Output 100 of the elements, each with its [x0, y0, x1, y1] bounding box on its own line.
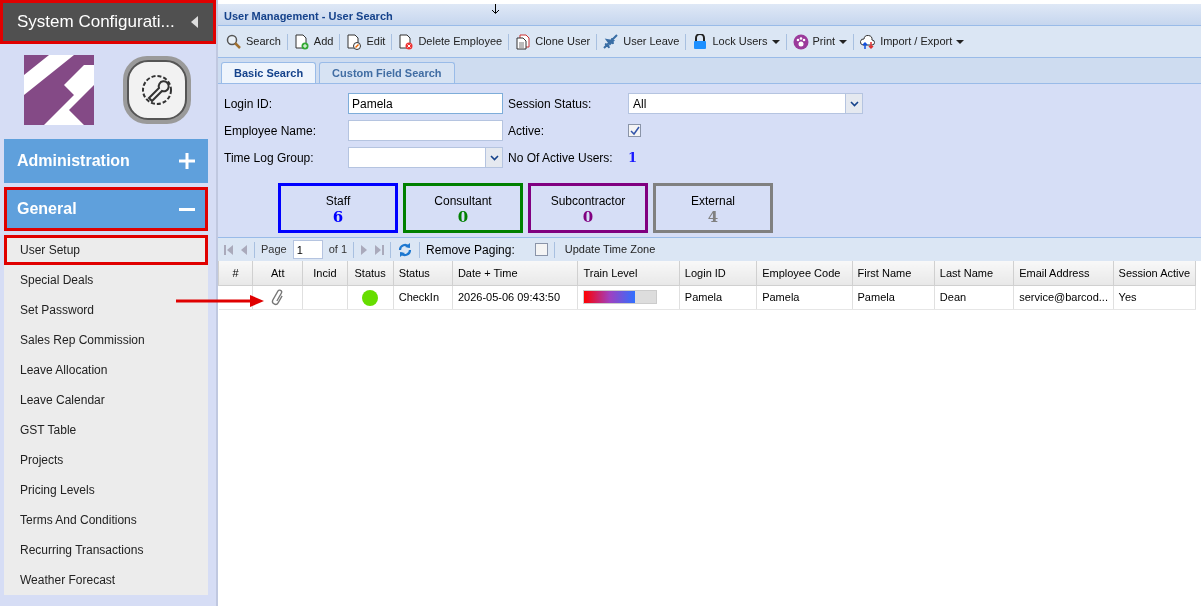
sidebar-item[interactable]: Projects — [4, 445, 208, 475]
column-header[interactable]: Email Address — [1013, 261, 1114, 285]
toolbar-button[interactable]: Import / Export — [854, 26, 971, 57]
user-count: 1 — [628, 148, 638, 167]
sidebar-title: System Configurati... — [17, 11, 175, 34]
toolbar-button[interactable]: Search — [220, 26, 287, 57]
table-cell: 2026-05-06 09:43:50 — [452, 285, 578, 309]
airplane-icon — [603, 33, 620, 50]
category-count: 6 — [332, 209, 344, 225]
column-header[interactable]: First Name — [852, 261, 935, 285]
category-card[interactable]: External 4 — [653, 183, 773, 233]
sidebar-item[interactable]: GST Table — [4, 415, 208, 445]
field-label: Active: — [507, 122, 545, 140]
field-label: Employee Name: — [224, 122, 318, 140]
sidebar-item[interactable]: Set Password — [4, 295, 208, 325]
toolbar-button[interactable]: Print — [786, 26, 854, 57]
input-field[interactable]: Pamela — [348, 93, 503, 114]
tab[interactable]: Basic Search — [221, 62, 317, 83]
column-header[interactable]: Train Level — [577, 261, 680, 285]
column-header[interactable]: # — [218, 261, 253, 285]
section-title: General — [17, 199, 77, 219]
toolbar-button[interactable]: Edit — [340, 26, 392, 57]
page-count: of 1 — [328, 242, 348, 258]
column-header[interactable]: Session Active — [1113, 261, 1196, 285]
table-cell: service@barcod... — [1013, 285, 1114, 309]
column-header[interactable]: Date + Time — [452, 261, 578, 285]
document-edit-icon — [346, 33, 363, 50]
document-add-icon — [293, 33, 310, 50]
panel-title: User Management - User Search — [224, 10, 393, 22]
input-field[interactable] — [348, 120, 503, 141]
toolbar-button[interactable]: Delete Employee — [392, 26, 509, 57]
paw-icon — [792, 33, 809, 50]
column-header[interactable]: Login ID — [679, 261, 757, 285]
field-label: Time Log Group: — [224, 149, 315, 167]
sidebar-item[interactable]: User Setup — [4, 235, 208, 265]
first-page-icon — [224, 243, 234, 256]
logo-icon — [23, 55, 94, 125]
settings-icon — [120, 54, 193, 126]
chevron-down-icon — [849, 100, 859, 107]
next-page-icon — [360, 243, 369, 256]
sidebar-item[interactable]: Sales Rep Commission — [4, 325, 208, 355]
field-label: No Of Active Users: — [507, 149, 614, 167]
expand-icon — [179, 153, 195, 169]
documents-icon — [515, 33, 532, 50]
page-label: Page — [261, 242, 287, 258]
sidebar-item[interactable]: Leave Allocation — [4, 355, 208, 385]
arrow-down-icon — [491, 4, 500, 14]
table-cell: Pamela — [852, 285, 935, 309]
last-page-icon — [374, 243, 385, 256]
tab[interactable]: Custom Field Search — [319, 62, 455, 83]
page-field[interactable]: 1 — [292, 240, 323, 259]
toolbar-button[interactable]: Clone User — [509, 26, 597, 57]
column-header[interactable]: Employee Code — [756, 261, 852, 285]
cloud-transfer-icon — [860, 33, 877, 50]
section-title: Administration — [17, 151, 130, 171]
sidebar-item[interactable]: Special Deals — [4, 265, 208, 295]
field-label: Session Status: — [507, 95, 593, 113]
table-cell: Pamela — [756, 285, 852, 309]
column-header[interactable]: Status — [393, 261, 453, 285]
column-header[interactable]: Incid — [302, 261, 347, 285]
table-cell: Dean — [934, 285, 1014, 309]
column-header[interactable]: Status — [347, 261, 394, 285]
category-label: Consultant — [434, 192, 492, 210]
category-count: 4 — [707, 209, 719, 225]
toolbar-button[interactable]: User Leave — [597, 26, 686, 57]
category-card[interactable]: Consultant 0 — [403, 183, 523, 233]
column-header[interactable]: Att — [252, 261, 303, 285]
table-cell: Pamela — [679, 285, 757, 309]
checkbox[interactable] — [534, 243, 548, 256]
category-count: 0 — [457, 209, 469, 225]
refresh-icon — [397, 241, 414, 258]
sidebar-item[interactable]: Weather Forecast — [4, 565, 208, 595]
column-header[interactable]: Last Name — [934, 261, 1014, 285]
table-cell: Yes — [1113, 285, 1196, 309]
toolbar-button[interactable]: Lock Users — [686, 26, 786, 57]
category-label: External — [691, 192, 735, 210]
checkbox[interactable] — [628, 124, 641, 137]
field-label: Login ID: — [224, 95, 274, 113]
category-label: Subcontractor — [550, 192, 626, 210]
sidebar-header[interactable]: System Configurati... — [0, 0, 216, 44]
sidebar-item[interactable]: Pricing Levels — [4, 475, 208, 505]
category-card[interactable]: Subcontractor 0 — [528, 183, 648, 233]
previous-page-icon — [240, 243, 248, 256]
category-count: 0 — [582, 209, 594, 225]
toolbar-button[interactable]: Add — [287, 26, 340, 57]
padlock-icon — [692, 33, 709, 50]
collapse-icon — [179, 207, 195, 211]
paging-label: Remove Paging: — [426, 241, 515, 259]
document-delete-icon — [398, 33, 415, 50]
chevron-down-icon — [489, 154, 499, 161]
sidebar-item[interactable]: Recurring Transactions — [4, 535, 208, 565]
table-cell: CheckIn — [393, 285, 453, 309]
category-card[interactable]: Staff 6 — [278, 183, 398, 233]
dropdown-field[interactable] — [348, 147, 503, 168]
collapse-icon — [191, 16, 199, 28]
category-label: Staff — [325, 192, 351, 210]
search-icon — [226, 33, 242, 50]
sidebar-item[interactable]: Terms And Conditions — [4, 505, 208, 535]
dropdown-field[interactable]: All — [628, 93, 863, 114]
sidebar-item[interactable]: Leave Calendar — [4, 385, 208, 415]
